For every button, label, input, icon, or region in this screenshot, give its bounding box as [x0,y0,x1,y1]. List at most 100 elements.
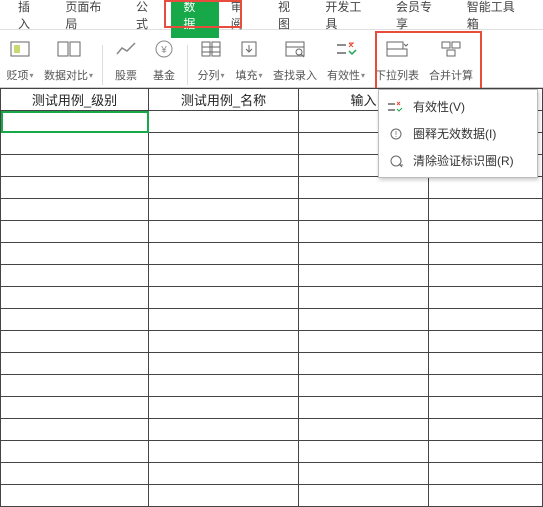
col-header-a[interactable]: 测试用例_级别 [1,89,149,111]
tool-consolidate[interactable]: 合并计算 [425,35,477,85]
caret-icon: ▾ [221,71,225,80]
cell[interactable] [149,463,299,485]
cell[interactable] [149,375,299,397]
tool-fill[interactable]: 填充▾ [231,35,267,85]
cell[interactable] [1,397,149,419]
validation-dropdown-menu: 有效性(V) ! 圈释无效数据(I) 清除验证标识圈(R) [378,89,538,178]
menu-insert[interactable]: 插入 [6,0,53,38]
cell-selected[interactable] [1,111,149,133]
cell[interactable] [299,287,429,309]
cell[interactable] [1,309,149,331]
cell[interactable] [1,221,149,243]
cell[interactable] [1,441,149,463]
cell[interactable] [429,265,543,287]
cell[interactable] [429,441,543,463]
tool-option[interactable]: 贬项▾ [2,35,38,85]
cell[interactable] [149,419,299,441]
option-icon [6,37,34,61]
cell[interactable] [429,331,543,353]
dropdown-item-circle-invalid[interactable]: ! 圈释无效数据(I) [379,120,537,147]
cell[interactable] [149,111,299,133]
cell[interactable] [1,353,149,375]
cell[interactable] [149,221,299,243]
cell[interactable] [1,177,149,199]
cell[interactable] [429,419,543,441]
cell[interactable] [1,463,149,485]
cell[interactable] [149,485,299,507]
cell[interactable] [1,133,149,155]
cell[interactable] [429,243,543,265]
cell[interactable] [1,485,149,507]
cell[interactable] [429,485,543,507]
dropdown-item-validation[interactable]: 有效性(V) [379,93,537,120]
cell[interactable] [149,133,299,155]
cell[interactable] [429,309,543,331]
menu-devtools[interactable]: 开发工具 [313,0,384,38]
cell[interactable] [149,155,299,177]
dropdown-label-1: 圈释无效数据(I) [413,125,496,142]
col-header-b[interactable]: 测试用例_名称 [149,89,299,111]
cell[interactable] [299,243,429,265]
cell[interactable] [149,397,299,419]
cell[interactable] [149,177,299,199]
cell[interactable] [299,177,429,199]
cell[interactable] [1,265,149,287]
cell[interactable] [149,243,299,265]
tool-stocks[interactable]: 股票 [108,35,144,85]
cell[interactable] [149,287,299,309]
cell[interactable] [1,155,149,177]
tool-label-3: 基金 [153,67,175,83]
cell[interactable] [429,353,543,375]
cell[interactable] [1,287,149,309]
cell[interactable] [1,375,149,397]
cell[interactable] [299,331,429,353]
dropdown-item-clear-circles[interactable]: 清除验证标识圈(R) [379,147,537,174]
cell[interactable] [149,199,299,221]
cell[interactable] [299,375,429,397]
cell[interactable] [149,331,299,353]
cell[interactable] [429,287,543,309]
cell[interactable] [299,485,429,507]
cell[interactable] [1,243,149,265]
tool-lookup-input[interactable]: 查找录入 [269,35,321,85]
menu-data[interactable]: 数据 [171,0,218,38]
cell[interactable] [149,353,299,375]
menu-formula[interactable]: 公式 [124,0,171,38]
cell[interactable] [429,463,543,485]
cell[interactable] [299,309,429,331]
cell[interactable] [1,331,149,353]
tool-fund[interactable]: ¥ 基金 [146,35,182,85]
menu-page-layout[interactable]: 页面布局 [53,0,124,38]
cell[interactable] [299,419,429,441]
cell[interactable] [299,463,429,485]
cell[interactable] [299,265,429,287]
stocks-icon [112,37,140,61]
cell[interactable] [299,353,429,375]
tool-data-compare[interactable]: 数据对比▾ [40,35,97,85]
cell[interactable] [429,199,543,221]
tool-dropdown-list[interactable]: 下拉列表 [371,35,423,85]
menu-member[interactable]: 会员专享 [384,0,455,38]
cell[interactable] [429,375,543,397]
cell[interactable] [429,397,543,419]
menu-view[interactable]: 视图 [266,0,313,38]
cell[interactable] [299,441,429,463]
cell[interactable] [149,441,299,463]
cell[interactable] [1,419,149,441]
tool-label-9: 合并计算 [429,67,473,83]
cell[interactable] [149,309,299,331]
cell[interactable] [1,199,149,221]
cell[interactable] [429,177,543,199]
cell[interactable] [299,199,429,221]
consolidate-icon [437,37,465,61]
cell[interactable] [299,397,429,419]
menu-smart-toolbox[interactable]: 智能工具箱 [455,0,537,38]
cell[interactable] [149,265,299,287]
tool-validation[interactable]: 有效性▾ [323,35,369,85]
dropdown-label-2: 清除验证标识圈(R) [413,152,514,169]
cell[interactable] [299,221,429,243]
cell[interactable] [429,221,543,243]
menu-review[interactable]: 审阅 [219,0,266,38]
tool-text-to-columns[interactable]: 分列▾ [193,35,229,85]
fund-icon: ¥ [150,37,178,61]
